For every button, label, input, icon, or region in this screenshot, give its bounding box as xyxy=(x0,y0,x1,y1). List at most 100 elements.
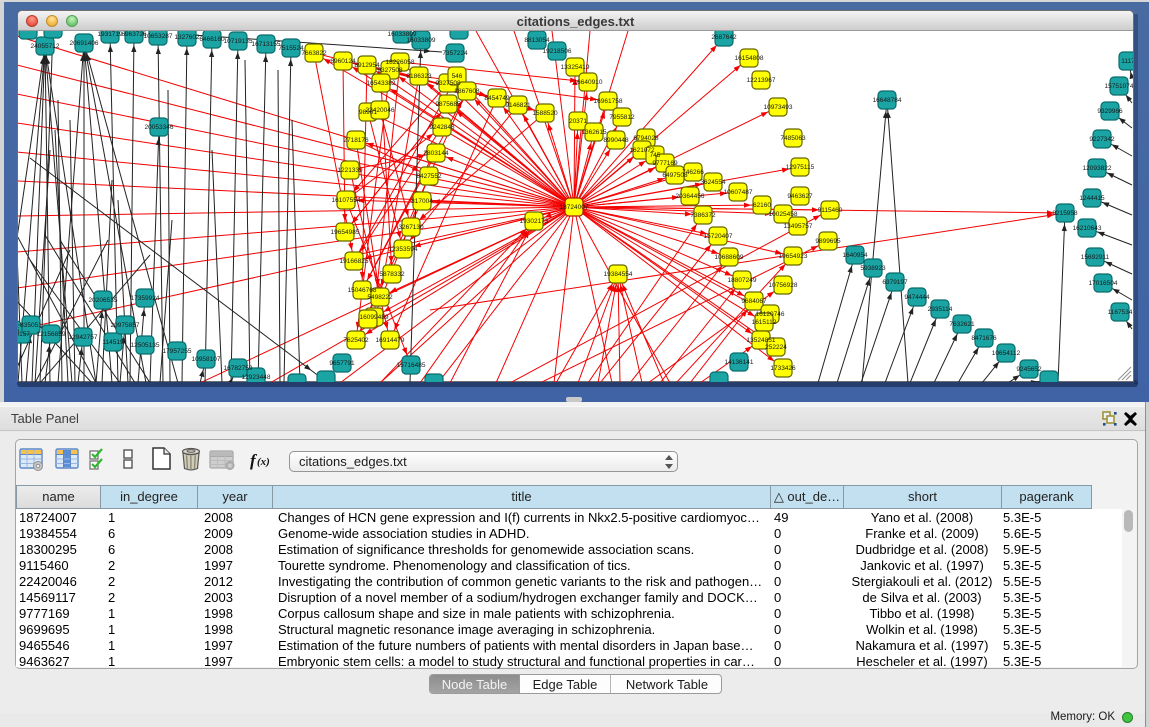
svg-text:16543382: 16543382 xyxy=(367,80,396,87)
svg-text:15720407: 15720407 xyxy=(704,233,733,240)
svg-text:16782759: 16782759 xyxy=(224,365,253,372)
svg-text:114519: 114519 xyxy=(102,339,124,346)
svg-text:17957255: 17957255 xyxy=(163,348,192,355)
svg-text:19384554: 19384554 xyxy=(604,271,633,278)
svg-text:12213967: 12213967 xyxy=(747,77,776,84)
svg-text:9915: 9915 xyxy=(5,327,20,334)
svg-text:20371: 20371 xyxy=(569,118,587,125)
svg-text:1615112: 1615112 xyxy=(752,319,777,326)
svg-text:16210643: 16210643 xyxy=(1073,225,1102,232)
svg-text:1117: 1117 xyxy=(1121,58,1135,65)
svg-text:12156859: 12156859 xyxy=(37,331,66,338)
svg-text:24055712: 24055712 xyxy=(31,43,60,50)
svg-text:19654985: 19654985 xyxy=(331,229,360,236)
svg-text:16099489: 16099489 xyxy=(360,314,389,321)
svg-text:16713155: 16713155 xyxy=(252,41,281,48)
svg-text:1244415: 1244415 xyxy=(1079,195,1105,202)
svg-text:99157: 99157 xyxy=(12,331,30,338)
svg-text:16033809: 16033809 xyxy=(407,37,436,44)
svg-text:7485063: 7485063 xyxy=(780,135,806,142)
svg-text:15751074: 15751074 xyxy=(1105,83,1134,90)
svg-text:(x): (x) xyxy=(257,456,270,468)
svg-text:3267130: 3267130 xyxy=(398,224,424,231)
svg-text:8471676: 8471676 xyxy=(971,335,997,342)
svg-text:7357224: 7357224 xyxy=(442,50,468,57)
svg-text:10958107: 10958107 xyxy=(192,356,221,363)
svg-text:7625402: 7625402 xyxy=(343,337,369,344)
svg-text:1327602: 1327602 xyxy=(174,34,200,41)
svg-text:10653287: 10653287 xyxy=(144,33,173,40)
svg-text:5498222: 5498222 xyxy=(367,294,393,301)
svg-text:835051: 835051 xyxy=(20,322,42,329)
svg-text:6466160: 6466160 xyxy=(199,36,225,43)
svg-text:2803144: 2803144 xyxy=(423,150,449,157)
svg-text:8813054: 8813054 xyxy=(524,37,550,44)
svg-text:18724007: 18724007 xyxy=(560,204,589,211)
svg-text:9146821: 9146821 xyxy=(505,102,531,109)
svg-text:2935114: 2935114 xyxy=(928,306,953,313)
svg-text:10654112: 10654112 xyxy=(992,350,1021,357)
svg-text:9245652: 9245652 xyxy=(1016,366,1042,373)
svg-text:7663822: 7663822 xyxy=(301,50,327,57)
svg-text:1362615: 1362615 xyxy=(581,129,607,136)
svg-text:546: 546 xyxy=(452,73,463,80)
svg-text:9463627: 9463627 xyxy=(787,193,813,200)
svg-text:8960124: 8960124 xyxy=(330,58,356,65)
svg-text:20206535: 20206535 xyxy=(89,297,118,304)
svg-text:1640954: 1640954 xyxy=(842,252,868,259)
svg-text:19218506: 19218506 xyxy=(543,48,572,55)
svg-text:13495757: 13495757 xyxy=(784,223,813,230)
svg-text:9657791: 9657791 xyxy=(329,360,355,367)
svg-text:20975857: 20975857 xyxy=(111,322,140,329)
svg-text:9115460: 9115460 xyxy=(818,207,843,214)
svg-text:13524851: 13524851 xyxy=(747,337,776,344)
svg-text:18226058: 18226058 xyxy=(386,59,415,66)
svg-text:12505135: 12505135 xyxy=(131,342,160,349)
svg-text:20053346: 20053346 xyxy=(145,124,174,131)
svg-text:14136141: 14136141 xyxy=(725,359,754,366)
svg-text:15046768: 15046768 xyxy=(348,287,377,294)
svg-text:7955812: 7955812 xyxy=(609,114,635,121)
svg-text:252224: 252224 xyxy=(765,344,787,351)
svg-text:10688609: 10688609 xyxy=(715,254,744,261)
svg-text:8454749: 8454749 xyxy=(484,95,510,102)
svg-text:817004: 817004 xyxy=(411,198,433,205)
svg-text:12975115: 12975115 xyxy=(786,164,815,171)
svg-text:10973493: 10973493 xyxy=(764,104,793,111)
svg-text:20691406: 20691406 xyxy=(70,40,99,47)
svg-text:19166825: 19166825 xyxy=(340,258,369,265)
svg-text:1221339: 1221339 xyxy=(337,167,363,174)
svg-text:10719135: 10719135 xyxy=(224,38,253,45)
svg-text:8912954: 8912954 xyxy=(354,62,380,69)
svg-text:16154808: 16154808 xyxy=(735,55,764,62)
svg-text:1931719: 1931719 xyxy=(97,31,123,38)
svg-text:13325419: 13325419 xyxy=(561,64,590,71)
svg-text:12942757: 12942757 xyxy=(69,334,98,341)
svg-text:6379197: 6379197 xyxy=(882,279,908,286)
svg-text:8186323: 8186323 xyxy=(406,73,432,80)
svg-text:1588520: 1588520 xyxy=(532,110,558,117)
svg-text:10756928: 10756928 xyxy=(769,282,798,289)
svg-text:16120746: 16120746 xyxy=(756,311,785,318)
svg-text:9329966: 9329966 xyxy=(1097,108,1123,115)
svg-text:7632621: 7632621 xyxy=(949,321,975,328)
svg-text:9327508: 9327508 xyxy=(377,67,403,74)
svg-text:10607487: 10607487 xyxy=(724,189,753,196)
svg-text:9327508: 9327508 xyxy=(435,80,461,87)
svg-text:6794028: 6794028 xyxy=(633,135,659,142)
svg-text:9899695: 9899695 xyxy=(815,238,841,245)
svg-text:16107554: 16107554 xyxy=(332,197,361,204)
svg-text:8215958: 8215958 xyxy=(1052,210,1078,217)
svg-text:62160: 62160 xyxy=(753,202,771,209)
svg-text:18807249: 18807249 xyxy=(728,277,757,284)
svg-text:16914479: 16914479 xyxy=(376,337,405,344)
svg-text:12923448: 12923448 xyxy=(242,374,271,381)
svg-text:2867608: 2867608 xyxy=(454,88,480,95)
svg-text:17016504: 17016504 xyxy=(1089,280,1118,287)
svg-text:12353594: 12353594 xyxy=(389,246,418,253)
svg-text:1733426: 1733426 xyxy=(770,365,796,372)
svg-text:22420046: 22420046 xyxy=(366,107,395,114)
svg-text:19302173: 19302173 xyxy=(520,218,549,225)
svg-text:2718176: 2718176 xyxy=(343,137,369,144)
svg-text:20364456: 20364456 xyxy=(676,193,705,200)
